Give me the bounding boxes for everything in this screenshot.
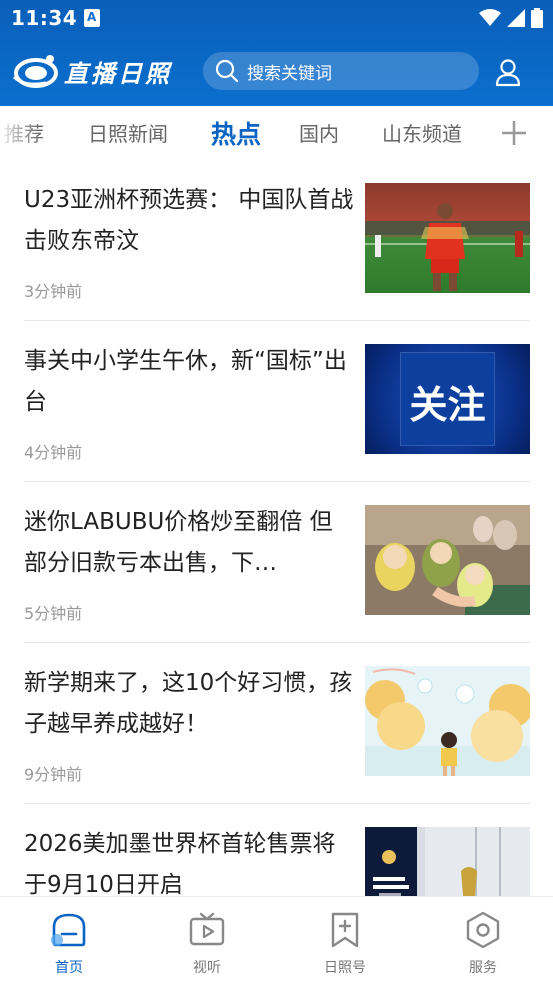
news-title: 新学期来了，这10个好习惯，孩子越早养成越好！ <box>24 670 353 737</box>
search-input[interactable]: 搜索关键词 <box>247 59 332 84</box>
news-title: U23亚洲杯预选赛： 中国队首战击败东帝汶 <box>24 187 354 254</box>
app-bar: 直播日照 搜索关键词 <box>0 36 553 106</box>
news-title: 迷你LABUBU价格炒至翻倍 但部分旧款亏本出售，下… <box>24 509 333 576</box>
tv-icon <box>189 912 225 946</box>
nav-label: 日照号 <box>324 960 366 976</box>
news-item[interactable]: U23亚洲杯预选赛： 中国队首战击败东帝汶 3分钟前 <box>24 160 530 321</box>
news-thumbnail <box>365 505 530 615</box>
status-time: 11:34 <box>11 6 78 30</box>
news-thumbnail <box>365 827 530 896</box>
logo-mark-icon <box>12 55 58 88</box>
add-bookmark-icon <box>331 912 359 948</box>
bottom-nav: 首页 视听 日照号 服务 <box>0 896 553 984</box>
nav-home[interactable]: 首页 <box>0 897 138 984</box>
hexagon-service-icon <box>466 911 500 949</box>
news-time: 5分钟前 <box>24 604 83 623</box>
nav-label: 首页 <box>55 960 83 976</box>
news-list: U23亚洲杯预选赛： 中国队首战击败东帝汶 3分钟前 事关中小学生午休，新“国标… <box>0 160 553 896</box>
tab-shandong[interactable]: 山东频道 <box>382 118 462 147</box>
news-thumbnail <box>365 183 530 293</box>
news-thumbnail: 关注 <box>365 344 530 454</box>
nav-service[interactable]: 服务 <box>414 897 552 984</box>
status-icons <box>479 8 543 28</box>
news-thumbnail <box>365 666 530 776</box>
news-item[interactable]: 事关中小学生午休，新“国标”出台 4分钟前 关注 <box>24 321 530 482</box>
nav-label: 视听 <box>193 960 221 976</box>
news-time: 9分钟前 <box>24 765 83 784</box>
tab-hot[interactable]: 热点 <box>211 115 261 151</box>
user-profile-icon[interactable] <box>492 56 524 88</box>
add-channel-icon[interactable] <box>499 118 529 148</box>
nav-label: 服务 <box>469 960 497 976</box>
logo-text: 直播日照 <box>64 58 172 88</box>
news-item[interactable]: 迷你LABUBU价格炒至翻倍 但部分旧款亏本出售，下… 5分钟前 <box>24 482 530 643</box>
app-logo[interactable]: 直播日照 <box>12 52 172 90</box>
nav-rizhao-account[interactable]: 日照号 <box>276 897 414 984</box>
wifi-icon <box>479 9 501 26</box>
battery-icon <box>531 8 543 28</box>
search-icon <box>215 59 239 83</box>
home-icon <box>51 913 86 947</box>
nav-video[interactable]: 视听 <box>138 897 276 984</box>
tab-rizhao-news[interactable]: 日照新闻 <box>88 118 168 147</box>
header: 11:34 直播日照 <box>0 0 553 106</box>
channel-tabs: 推荐 日照新闻 热点 国内 山东频道 <box>0 106 553 160</box>
news-time: 4分钟前 <box>24 443 83 462</box>
news-title: 2026美加墨世界杯首轮售票将于9月10日开启 <box>24 831 336 896</box>
tab-fade <box>0 106 40 160</box>
news-item[interactable]: 新学期来了，这10个好习惯，孩子越早养成越好！ 9分钟前 <box>24 643 530 804</box>
news-time: 3分钟前 <box>24 282 83 301</box>
signal-icon <box>507 9 525 27</box>
status-bar: 11:34 <box>0 0 553 36</box>
news-item[interactable]: 2026美加墨世界杯首轮售票将于9月10日开启 <box>24 804 530 896</box>
news-title: 事关中小学生午休，新“国标”出台 <box>24 348 347 415</box>
search-bar[interactable]: 搜索关键词 <box>203 52 479 90</box>
app-notification-icon <box>84 9 100 27</box>
tab-domestic[interactable]: 国内 <box>299 118 339 147</box>
thumbnail-text: 关注 <box>409 383 486 427</box>
